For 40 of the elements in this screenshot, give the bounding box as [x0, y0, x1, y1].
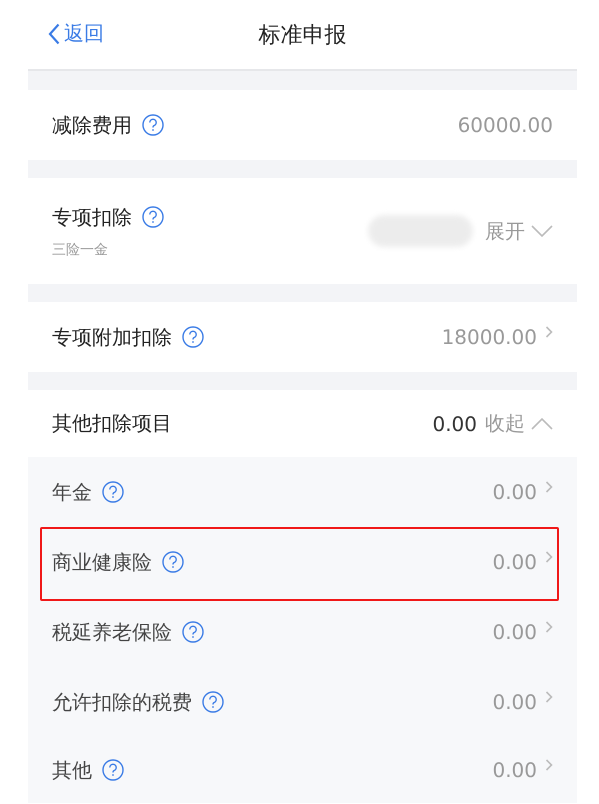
help-icon[interactable] [142, 206, 164, 228]
back-chevron-icon [48, 22, 60, 44]
list-row[interactable]: 允许扣除的税费 0.00 [28, 667, 577, 737]
row-value: 18000.00 [442, 325, 537, 349]
chevron-up-icon [531, 418, 553, 430]
row-value: 0.00 [492, 550, 537, 574]
row-label: 允许扣除的税费 [52, 688, 192, 716]
row-label: 年金 [52, 478, 92, 506]
row-note: 三险一金 [52, 240, 109, 258]
back-button[interactable]: 返回 [48, 20, 104, 47]
row-label: 专项扣除 [52, 204, 132, 230]
help-icon[interactable] [142, 114, 164, 136]
list-row[interactable]: 年金 0.00 [28, 457, 577, 527]
row-value: 0.00 [492, 758, 537, 782]
chevron-right-icon [545, 691, 553, 703]
help-icon[interactable] [162, 551, 184, 573]
row-value: 0.00 [492, 690, 537, 714]
row-value: 60000.00 [458, 113, 553, 137]
chevron-right-icon [545, 551, 553, 563]
help-icon[interactable] [202, 691, 224, 713]
chevron-right-icon [545, 621, 553, 633]
row-label: 减除费用 [52, 112, 132, 138]
list-row[interactable]: 其他 0.00 [28, 737, 577, 803]
list-row[interactable]: 税延养老保险 0.00 [28, 597, 577, 667]
row-value: 0.00 [432, 412, 477, 436]
chevron-right-icon [545, 759, 553, 771]
page-title: 标准申报 [258, 22, 346, 50]
help-icon[interactable] [182, 326, 204, 348]
row-label: 税延养老保险 [52, 618, 172, 646]
row-label: 专项附加扣除 [52, 324, 172, 350]
chevron-right-icon [545, 481, 553, 493]
row-label: 商业健康险 [52, 548, 152, 576]
chevron-down-icon [531, 225, 553, 237]
help-icon[interactable] [102, 759, 124, 781]
row-value: 0.00 [492, 480, 537, 504]
help-icon[interactable] [182, 621, 204, 643]
row-value: 0.00 [492, 620, 537, 644]
row-label: 其他 [52, 756, 92, 784]
help-icon[interactable] [102, 481, 124, 503]
row-label: 其他扣除项目 [52, 410, 172, 437]
